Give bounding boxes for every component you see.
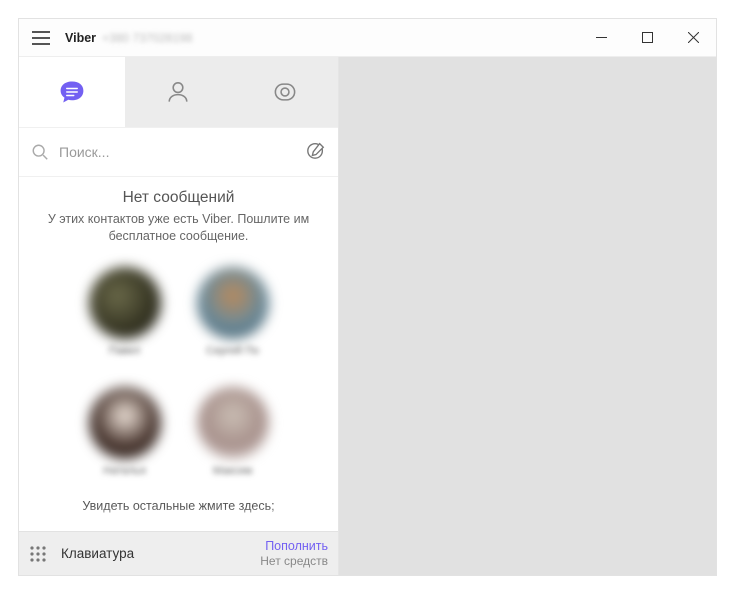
contacts-icon [164, 78, 192, 106]
suggested-contact[interactable]: Сергей По [193, 267, 273, 357]
suggested-contacts: Павел Сергей По Наталья Максим [33, 267, 324, 477]
avatar [197, 387, 269, 459]
tab-chats[interactable] [19, 57, 125, 127]
compose-button[interactable] [306, 140, 326, 165]
search-icon [31, 143, 49, 161]
discover-icon [271, 78, 299, 106]
close-button[interactable] [670, 19, 716, 57]
avatar [197, 267, 269, 339]
suggested-contact[interactable]: Максим [193, 387, 273, 477]
search-row [19, 127, 338, 177]
window-controls [578, 19, 716, 57]
app-title: Viber [65, 31, 96, 45]
app-window: Viber +380 737028198 [19, 19, 716, 575]
see-more-hint[interactable]: Увидеть остальные жмите здесь; [33, 499, 324, 513]
no-funds-label: Нет средств [260, 554, 328, 568]
main-tabs [19, 57, 338, 127]
conversation-area [339, 57, 716, 575]
maximize-icon [642, 32, 653, 43]
avatar [89, 387, 161, 459]
empty-subtitle: У этих контактов уже есть Viber. Пошлите… [33, 211, 324, 245]
chat-icon [58, 78, 86, 106]
dialpad-icon [29, 546, 51, 562]
contact-name: Павел [85, 345, 165, 357]
menu-button[interactable] [19, 19, 63, 57]
main-area: Нет сообщений У этих контактов уже есть … [19, 177, 338, 531]
suggested-contact[interactable]: Наталья [85, 387, 165, 477]
contact-name: Наталья [85, 465, 165, 477]
maximize-button[interactable] [624, 19, 670, 57]
minimize-icon [596, 32, 607, 43]
tab-contacts[interactable] [125, 57, 231, 127]
tab-discover[interactable] [232, 57, 338, 127]
contact-name: Максим [193, 465, 273, 477]
suggested-contact[interactable]: Павел [85, 267, 165, 357]
bottom-bar: Клавиатура Пополнить Нет средств [19, 531, 338, 575]
left-panel: Нет сообщений У этих контактов уже есть … [19, 57, 339, 575]
search-input[interactable] [59, 144, 306, 160]
hamburger-icon [32, 31, 50, 45]
titlebar: Viber +380 737028198 [19, 19, 716, 57]
empty-title: Нет сообщений [33, 189, 324, 207]
avatar [89, 267, 161, 339]
topup-link[interactable]: Пополнить [260, 539, 328, 554]
keyboard-label[interactable]: Клавиатура [61, 546, 134, 561]
balance-box: Пополнить Нет средств [260, 539, 328, 568]
contact-name: Сергей По [193, 345, 273, 357]
phone-number: +380 737028198 [102, 31, 192, 45]
compose-icon [306, 140, 326, 160]
close-icon [688, 32, 699, 43]
minimize-button[interactable] [578, 19, 624, 57]
